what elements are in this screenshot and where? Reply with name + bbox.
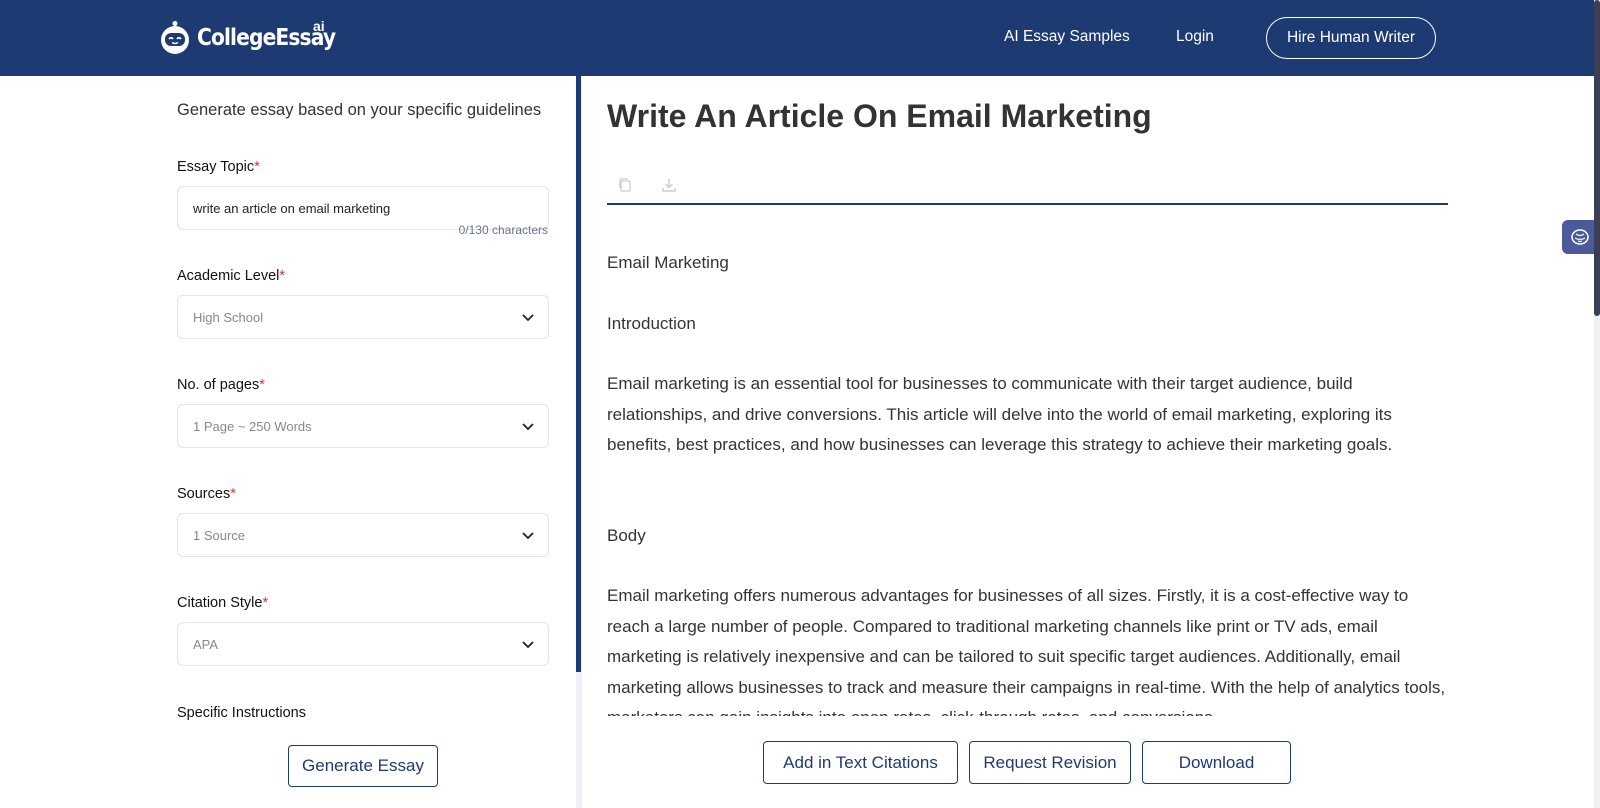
essay-topic-value: write an article on email marketing — [193, 201, 391, 216]
citation-style-value: APA — [193, 637, 219, 652]
download-button[interactable]: Download — [1142, 741, 1291, 784]
body-paragraph: Email marketing offers numerous advantag… — [607, 586, 1446, 716]
intro-heading: Introduction — [607, 313, 696, 333]
brain-icon — [1571, 229, 1589, 245]
essay-title: Write An Article On Email Marketing — [607, 98, 1152, 134]
generate-essay-button[interactable]: Generate Essay — [288, 745, 438, 787]
form-scrollbar[interactable] — [576, 76, 581, 672]
chevron-down-icon — [522, 641, 534, 649]
side-widget-tab[interactable] — [1562, 220, 1598, 254]
academic-level-label: Academic Level* — [177, 268, 286, 284]
pages-select[interactable]: 1 Page ~ 250 Words — [177, 404, 549, 448]
academic-level-value: High School — [193, 310, 264, 325]
add-citations-button[interactable]: Add in Text Citations — [763, 741, 958, 784]
request-revision-button[interactable]: Request Revision — [969, 741, 1131, 784]
copy-icon[interactable] — [617, 177, 633, 193]
chevron-down-icon — [522, 532, 534, 540]
hire-human-writer-button[interactable]: Hire Human Writer — [1266, 17, 1436, 59]
essay-topic-label: Essay Topic* — [177, 159, 260, 175]
chevron-down-icon — [522, 423, 534, 431]
form-intro-text: Generate essay based on your specific gu… — [177, 101, 542, 119]
sources-label: Sources* — [177, 486, 236, 502]
nav-login[interactable]: Login — [1176, 28, 1214, 46]
download-icon[interactable] — [661, 177, 677, 193]
essay-heading: Email Marketing — [607, 253, 729, 272]
character-counter: 0/130 characters — [458, 223, 548, 237]
page-scrollbar-thumb[interactable] — [1594, 0, 1600, 316]
college-essay-logo[interactable]: CollegeEssay ai — [157, 18, 354, 56]
top-header: CollegeEssay ai AI Essay Samples Login H… — [0, 0, 1600, 76]
body-heading: Body — [607, 525, 646, 545]
sources-select[interactable]: 1 Source — [177, 513, 549, 557]
essay-topic-input[interactable]: write an article on email marketing 0/13… — [177, 186, 549, 237]
robot-logo-icon — [161, 21, 189, 54]
chevron-down-icon — [522, 314, 534, 322]
citation-style-label: Citation Style* — [177, 595, 269, 611]
sources-value: 1 Source — [193, 528, 246, 543]
citation-style-select[interactable]: APA — [177, 622, 549, 666]
essay-content: Email Marketing Introduction Email marke… — [607, 248, 1452, 716]
intro-paragraph: Email marketing is an essential tool for… — [607, 374, 1393, 454]
specific-instructions-label: Specific Instructions — [177, 705, 306, 721]
logo-ai-superscript: ai — [313, 18, 325, 34]
toolbar-divider — [607, 203, 1448, 205]
academic-level-select[interactable]: High School — [177, 295, 549, 339]
nav-ai-essay-samples[interactable]: AI Essay Samples — [1004, 28, 1130, 46]
pages-value: 1 Page ~ 250 Words — [193, 419, 312, 434]
pages-label: No. of pages* — [177, 377, 265, 393]
